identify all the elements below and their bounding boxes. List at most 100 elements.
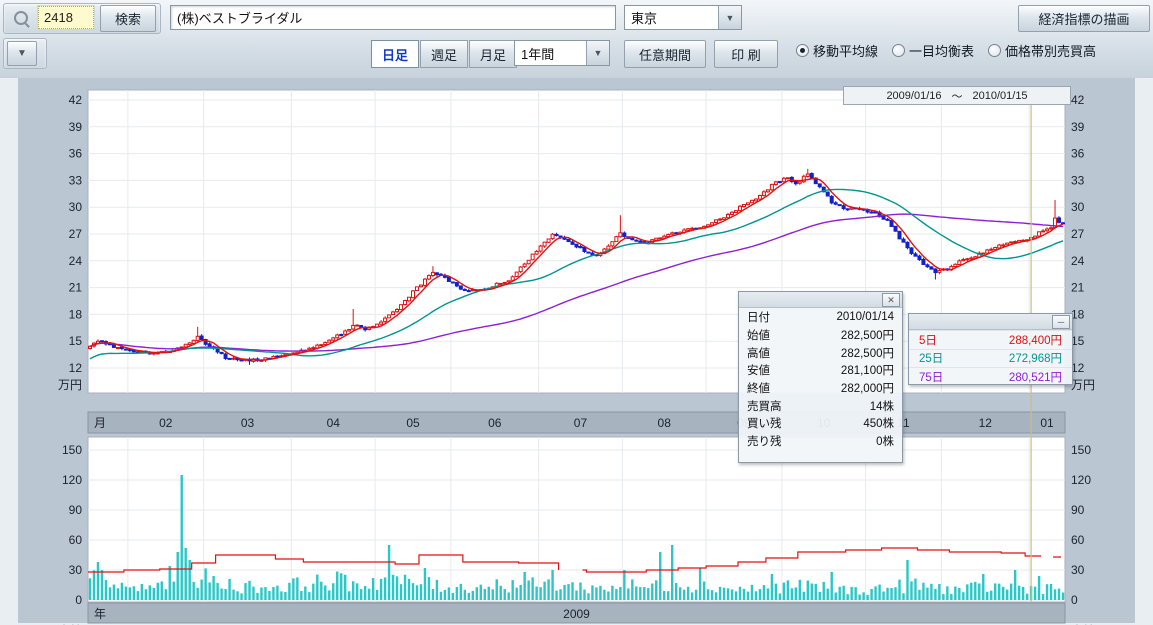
minimize-icon[interactable]: ─ <box>1052 315 1070 329</box>
tab-週足[interactable]: 週足 <box>420 40 468 68</box>
tab-月足[interactable]: 月足 <box>469 40 517 68</box>
tooltip-row-label: 買い残 <box>747 415 782 431</box>
date-range-separator: ～ <box>952 88 963 104</box>
svg-text:12: 12 <box>1071 361 1085 375</box>
svg-text:年: 年 <box>94 607 106 621</box>
svg-text:21: 21 <box>69 281 83 295</box>
tooltip-row-安値: 安値281,100円 <box>739 361 902 379</box>
legend-row-label: 25日 <box>919 350 943 366</box>
tooltip-row-日付: 日付 2010/01/14 <box>739 308 902 326</box>
svg-text:07: 07 <box>574 416 588 430</box>
chart-app-window: 検索 東京 ▼ 経済指標の描画 ▼ 日足週足月足 1年間 ▼ 任意期間 印 刷 … <box>0 0 1153 625</box>
svg-text:01: 01 <box>1040 416 1054 430</box>
radio-circle-icon[interactable] <box>796 44 809 57</box>
tooltip-row-始値: 始値 282,500円 <box>739 326 902 344</box>
custom-range-button[interactable]: 任意期間 <box>624 40 706 68</box>
collapse-dropdown-button[interactable]: ▼ <box>7 41 37 66</box>
svg-text:15: 15 <box>69 334 83 348</box>
tooltip-rows: 日付2010/01/14始値282,500円高値282,500円安値281,10… <box>739 308 902 450</box>
svg-text:24: 24 <box>1071 254 1085 268</box>
svg-text:0: 0 <box>1071 593 1078 607</box>
radio-価格帯別売買高[interactable]: 価格帯別売買高 <box>988 41 1096 60</box>
search-icon-button[interactable] <box>8 7 34 28</box>
tooltip-row-value: 282,500円 <box>841 345 894 361</box>
tooltip-row-買い残: 買い残 450株 <box>739 414 902 432</box>
svg-text:24: 24 <box>69 254 83 268</box>
radio-移動平均線[interactable]: 移動平均線 <box>796 41 878 60</box>
radio-一目均衡表[interactable]: 一目均衡表 <box>892 41 974 60</box>
radio-label: 移動平均線 <box>813 41 878 60</box>
svg-text:02: 02 <box>159 416 173 430</box>
tooltip-row-売り残: 売り残 0株 <box>739 432 902 450</box>
svg-text:04: 04 <box>327 416 341 430</box>
stock-code-input[interactable] <box>38 6 94 29</box>
tooltip-row-label: 売り残 <box>747 433 782 449</box>
close-icon[interactable]: ✕ <box>882 293 900 307</box>
legend-row-5日: 5日 288,400円 <box>909 330 1072 349</box>
svg-text:0: 0 <box>75 593 82 607</box>
search-button[interactable]: 検索 <box>100 5 156 32</box>
tooltip-row-label: 始値 <box>747 327 770 343</box>
svg-text:2009: 2009 <box>563 607 590 621</box>
tooltip-row-value: 282,000円 <box>841 380 894 396</box>
legend-row-label: 5日 <box>919 332 937 348</box>
tooltip-header[interactable]: ✕ <box>739 292 902 308</box>
radio-circle-icon[interactable] <box>892 44 905 57</box>
tooltip-row-value: 2010/01/14 <box>836 311 894 323</box>
market-select[interactable]: 東京 ▼ <box>624 5 742 30</box>
radio-circle-icon[interactable] <box>988 44 1001 57</box>
overlay-mode-radios: 移動平均線 一目均衡表 価格帯別売買高 <box>782 41 1096 60</box>
svg-text:90: 90 <box>69 503 83 517</box>
tab-日足[interactable]: 日足 <box>371 40 419 68</box>
svg-text:万円: 万円 <box>58 378 82 392</box>
tooltip-row-label: 安値 <box>747 362 770 378</box>
tooltip-row-value: 14株 <box>870 398 894 414</box>
legend-row-value: 288,400円 <box>1009 332 1062 348</box>
interval-tabs: 日足週足月足 <box>371 40 518 68</box>
period-select[interactable]: 1年間 ▼ <box>514 40 610 66</box>
tooltip-row-label: 日付 <box>747 309 770 325</box>
tooltip-row-value: 450株 <box>863 415 894 431</box>
svg-text:30: 30 <box>1071 563 1085 577</box>
svg-text:30: 30 <box>69 200 83 214</box>
chevron-down-icon[interactable]: ▼ <box>586 41 609 65</box>
chevron-down-icon[interactable]: ▼ <box>718 6 741 29</box>
legend-row-75日: 75日280,521円 <box>909 367 1072 386</box>
svg-text:12: 12 <box>979 416 993 430</box>
svg-text:120: 120 <box>62 473 82 487</box>
market-select-value: 東京 <box>625 6 718 29</box>
data-tooltip: ✕ 日付2010/01/14始値282,500円高値282,500円安値281,… <box>738 291 903 463</box>
tooltip-row-label: 高値 <box>747 345 770 361</box>
tooltip-row-value: 0株 <box>876 433 894 449</box>
econ-indicator-button[interactable]: 経済指標の描画 <box>1018 5 1150 32</box>
toolbar: 検索 東京 ▼ 経済指標の描画 ▼ 日足週足月足 1年間 ▼ 任意期間 印 刷 … <box>0 0 1153 79</box>
svg-text:60: 60 <box>69 533 83 547</box>
svg-text:05: 05 <box>406 416 420 430</box>
svg-text:30: 30 <box>1071 200 1085 214</box>
svg-text:03: 03 <box>241 416 255 430</box>
legend-header[interactable]: ─ <box>909 314 1072 330</box>
tooltip-row-label: 終値 <box>747 380 770 396</box>
radio-label: 価格帯別売買高 <box>1005 41 1096 60</box>
legend-rows: 5日 288,400円 25日 272,968円75日280,521円 <box>909 330 1072 386</box>
legend-row-label: 75日 <box>919 369 943 385</box>
svg-text:150: 150 <box>1071 443 1091 457</box>
svg-text:06: 06 <box>488 416 502 430</box>
tooltip-row-終値: 終値 282,000円 <box>739 379 902 397</box>
svg-text:42: 42 <box>1071 93 1085 107</box>
svg-text:21: 21 <box>1071 281 1085 295</box>
tooltip-row-高値: 高値 282,500円 <box>739 343 902 361</box>
svg-text:月: 月 <box>94 416 106 430</box>
date-range-label: 2009/01/16 ～ 2010/01/15 <box>843 86 1071 105</box>
legend-row-value: 272,968円 <box>1009 350 1062 366</box>
radio-label: 一目均衡表 <box>909 41 974 60</box>
svg-text:60: 60 <box>1071 533 1085 547</box>
svg-text:15: 15 <box>1071 334 1085 348</box>
svg-text:12: 12 <box>69 361 83 375</box>
tooltip-row-value: 282,500円 <box>841 327 894 343</box>
print-button[interactable]: 印 刷 <box>714 40 778 68</box>
legend-row-25日: 25日 272,968円 <box>909 349 1072 368</box>
stock-name-field[interactable] <box>170 5 616 30</box>
svg-text:36: 36 <box>69 147 83 161</box>
search-icon <box>14 11 28 25</box>
